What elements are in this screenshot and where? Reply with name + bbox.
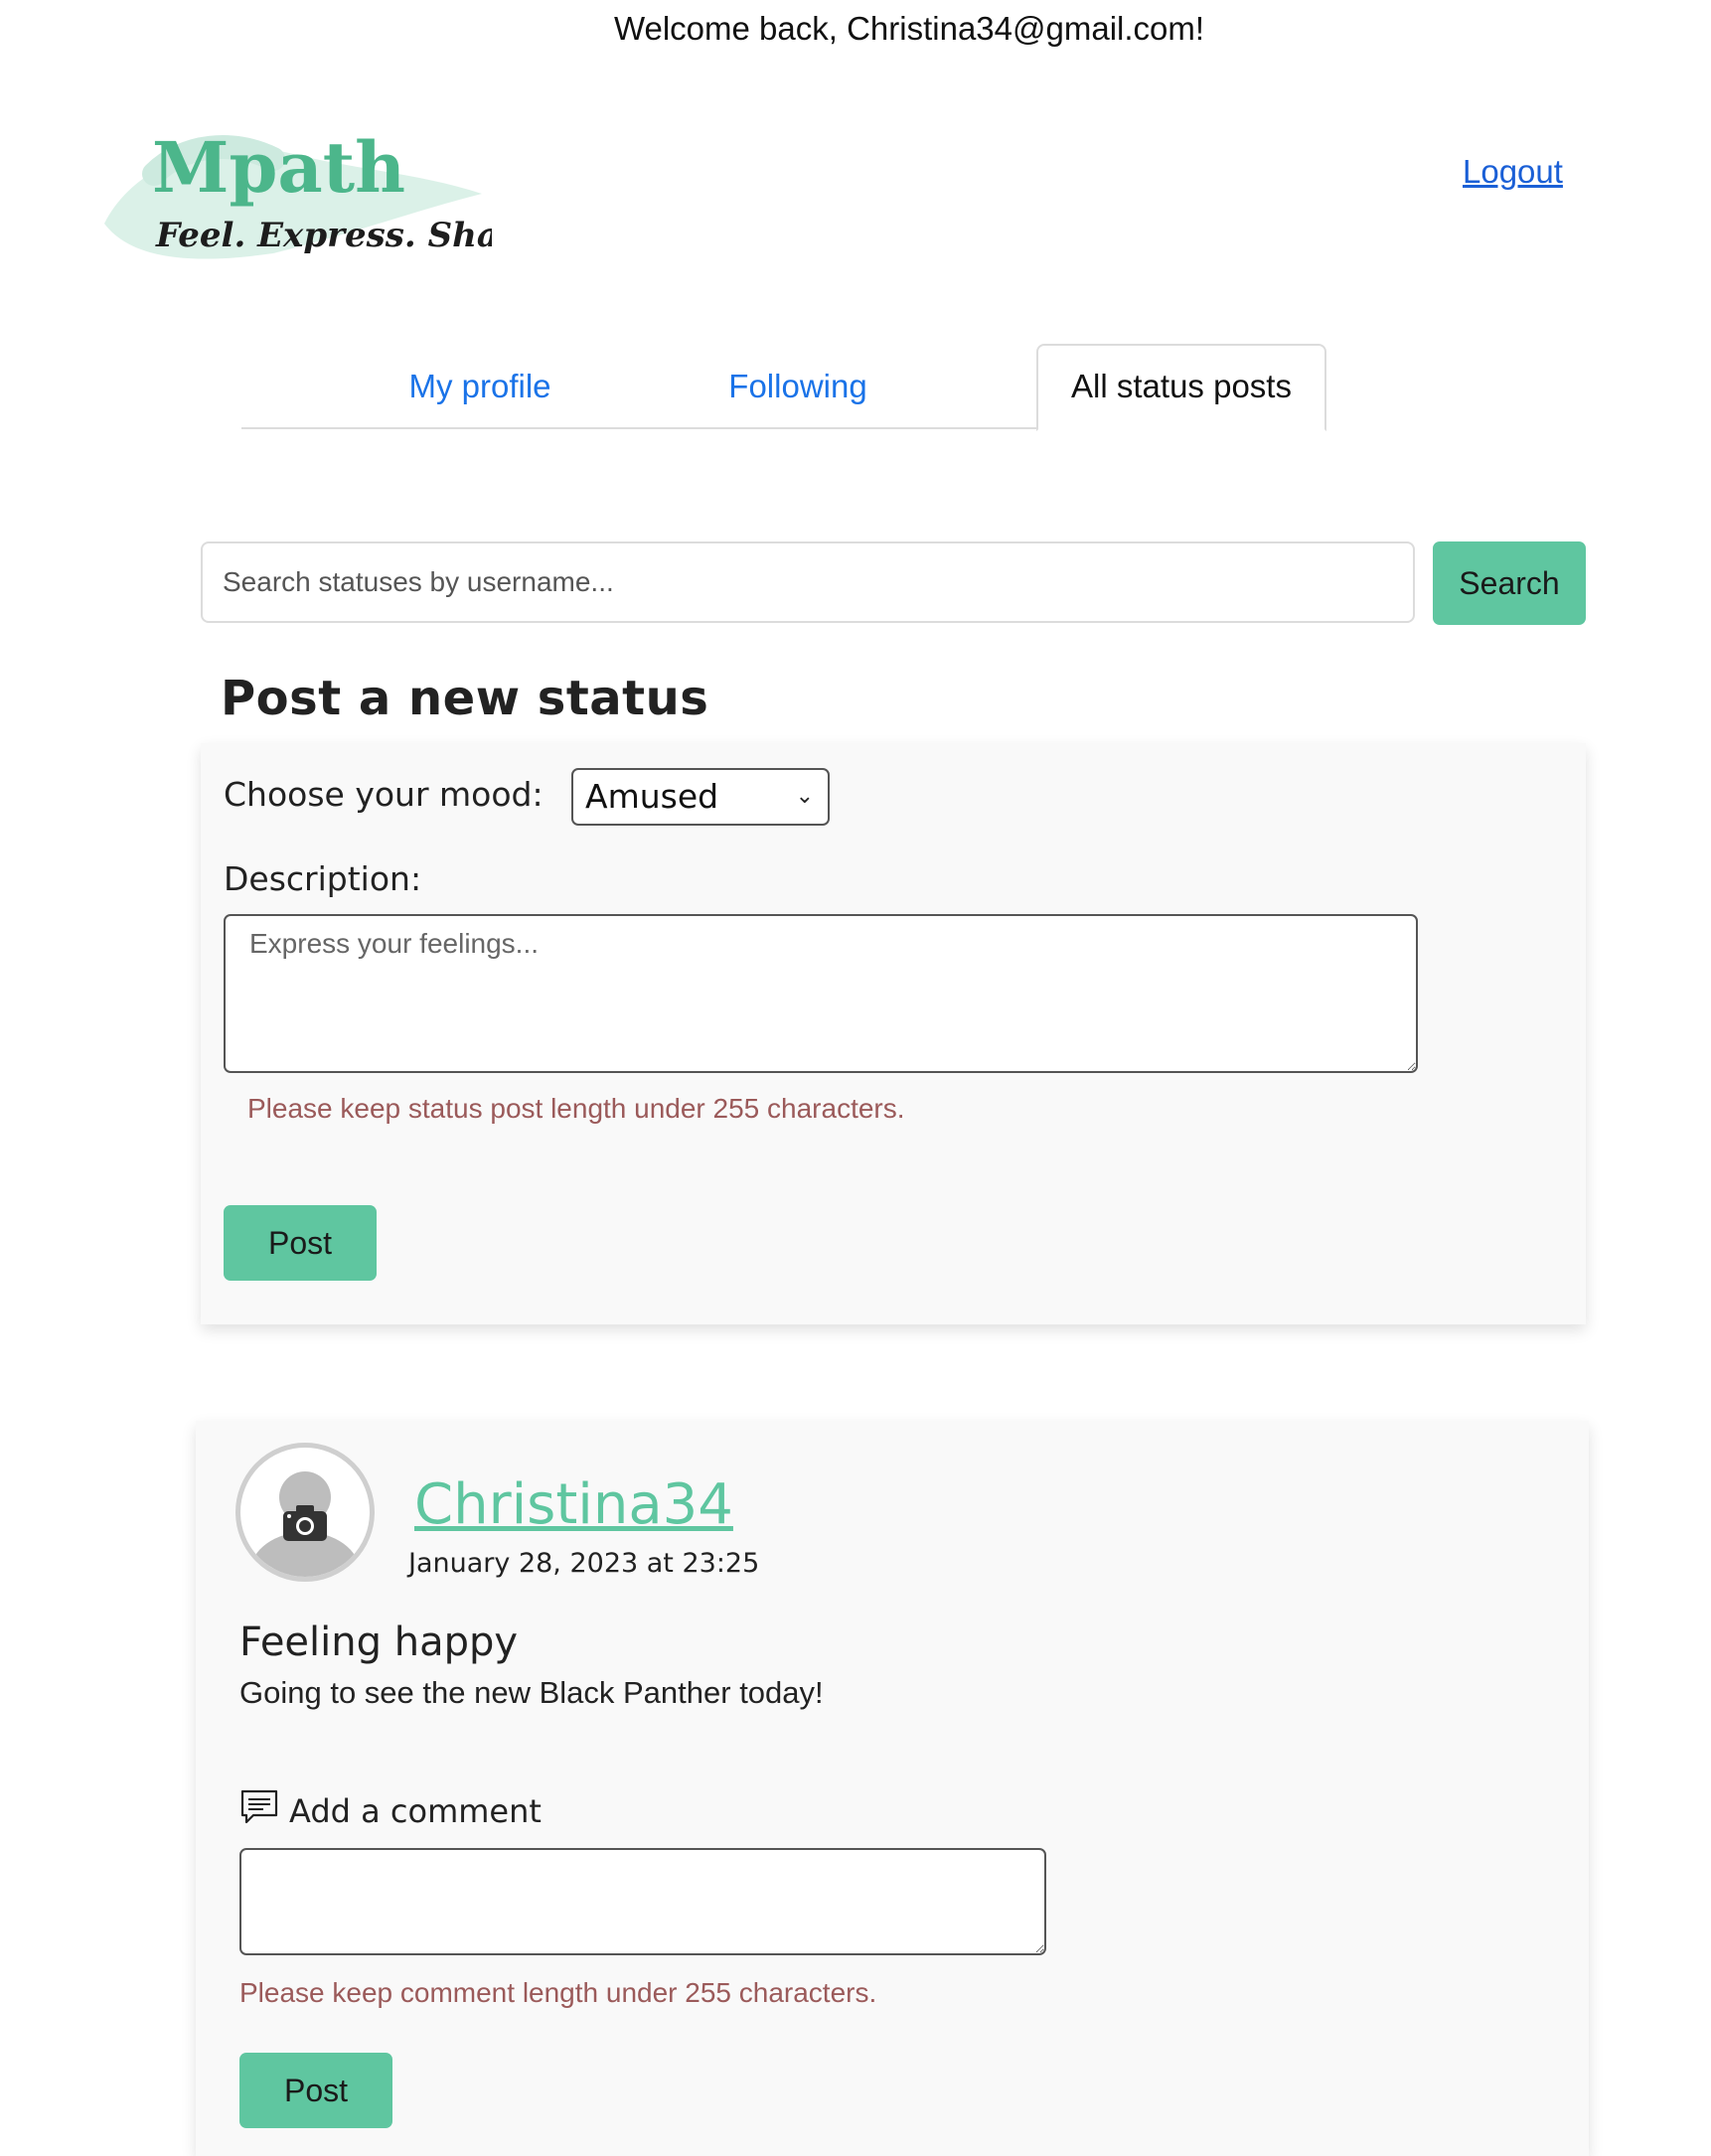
tab-all-status-posts[interactable]: All status posts [1036, 344, 1326, 431]
mood-selected-value: Amused [585, 777, 719, 816]
logo-word: Mpath [152, 126, 405, 209]
tab-my-profile[interactable]: My profile [341, 346, 619, 427]
welcome-message: Welcome back, Christina34@gmail.com! [613, 10, 1205, 47]
mood-label: Choose your mood: [224, 775, 544, 814]
post-timestamp: January 28, 2023 at 23:25 [408, 1548, 760, 1579]
new-status-form: Choose your mood: Amused ⌄ Description: … [201, 743, 1586, 1324]
status-length-hint: Please keep status post length under 255… [247, 1093, 905, 1124]
comment-textarea[interactable] [239, 1848, 1046, 1955]
post-mood-title: Feeling happy [239, 1619, 519, 1665]
page-title: Post a new status [221, 671, 709, 726]
main-tabs: My profile Following All status posts [241, 344, 1326, 431]
mood-select[interactable]: Amused ⌄ [571, 768, 830, 826]
tab-following[interactable]: Following [669, 346, 927, 427]
post-comment-button[interactable]: Post [239, 2053, 392, 2128]
add-comment-label: Add a comment [289, 1792, 542, 1830]
status-post-card: Christina34 January 28, 2023 at 23:25 Fe… [196, 1421, 1589, 2156]
post-body: Going to see the new Black Panther today… [239, 1675, 824, 1710]
comment-icon [239, 1788, 279, 1834]
description-textarea[interactable] [224, 914, 1418, 1073]
avatar[interactable] [235, 1443, 375, 1582]
search-button[interactable]: Search [1433, 541, 1586, 625]
logout-link[interactable]: Logout [1463, 153, 1563, 191]
post-status-button[interactable]: Post [224, 1205, 377, 1281]
search-input[interactable] [201, 541, 1415, 623]
comment-length-hint: Please keep comment length under 255 cha… [239, 1977, 877, 2008]
chevron-down-icon: ⌄ [795, 784, 814, 809]
logo-tagline: Feel. Express. Share. [155, 216, 492, 255]
mpath-logo[interactable]: Mpath Feel. Express. Share. [94, 114, 549, 273]
description-label: Description: [224, 859, 422, 898]
post-username-link[interactable]: Christina34 [414, 1472, 733, 1537]
add-comment-heading: Add a comment [239, 1788, 542, 1834]
